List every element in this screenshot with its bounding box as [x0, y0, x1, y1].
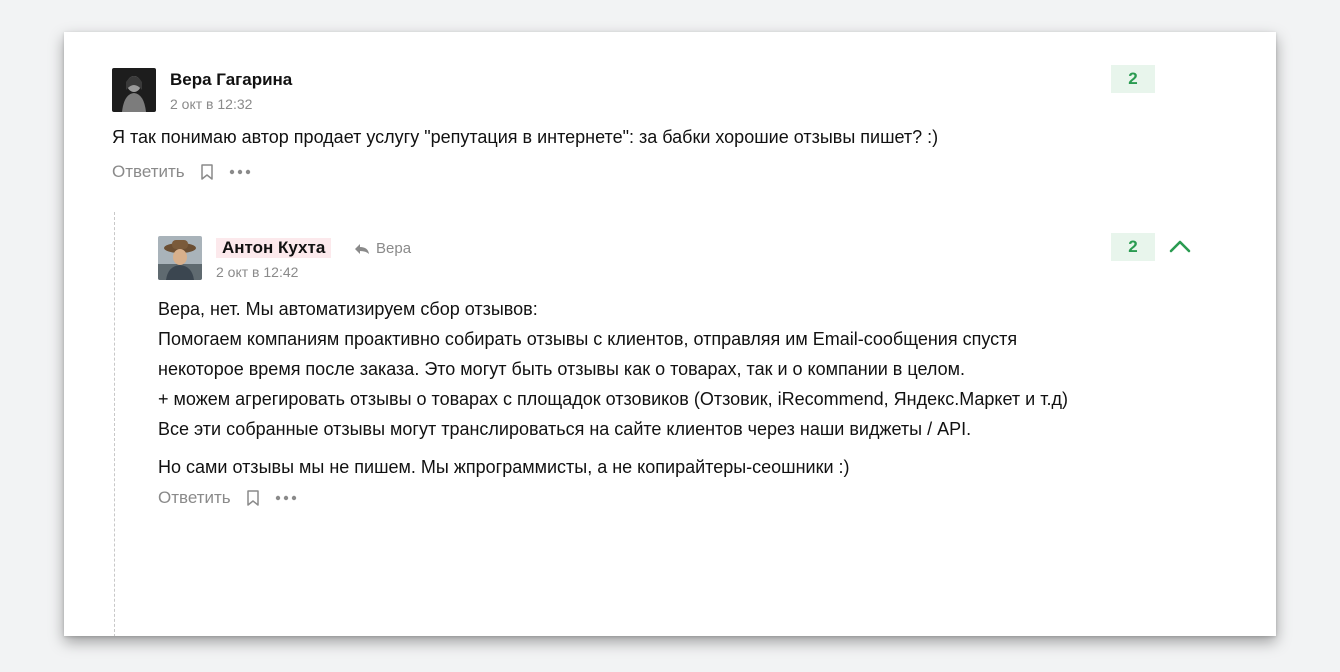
comment: Вера Гагарина 2 окт в 12:32 Я так понима…	[112, 68, 1222, 182]
author-name[interactable]: Антон Кухта	[216, 238, 332, 258]
author-name[interactable]: Вера Гагарина	[170, 70, 292, 90]
comment-score: 2	[1111, 65, 1155, 93]
avatar[interactable]	[158, 236, 202, 280]
bookmark-icon[interactable]	[245, 489, 261, 507]
comment-body: Вера, нет. Мы автоматизируем сбор отзыво…	[158, 294, 1078, 482]
chevron-up-icon[interactable]	[1168, 238, 1192, 259]
comment-header: Вера Гагарина 2 окт в 12:32	[112, 68, 1222, 120]
comment-score: 2	[1111, 233, 1155, 261]
reply-arrow-icon	[355, 243, 369, 254]
comment-date[interactable]: 2 окт в 12:42	[216, 264, 298, 280]
reply-to-name[interactable]: Вера	[376, 240, 411, 257]
more-icon[interactable]	[229, 169, 251, 175]
comments-card: Вера Гагарина 2 окт в 12:32 Я так понима…	[64, 32, 1276, 636]
comment-date[interactable]: 2 окт в 12:32	[170, 96, 252, 112]
comment-reply: Антон Кухта Вера 2 окт в 12:42 Вера, нет…	[158, 236, 1208, 508]
comment-paragraph: Я так понимаю автор продает услугу "репу…	[112, 127, 939, 147]
comment-actions: Ответить	[158, 488, 1208, 508]
reply-button[interactable]: Ответить	[112, 162, 185, 182]
comment-header: Антон Кухта Вера 2 окт в 12:42	[158, 236, 1208, 288]
reply-to-link[interactable]: Вера	[354, 240, 411, 257]
comment-paragraph: Вера, нет. Мы автоматизируем сбор отзыво…	[158, 299, 1068, 439]
thread-line[interactable]	[114, 212, 115, 636]
comment-actions: Ответить	[112, 162, 1222, 182]
comment-body: Я так понимаю автор продает услугу "репу…	[112, 122, 1222, 152]
more-icon[interactable]	[275, 495, 297, 501]
bookmark-icon[interactable]	[199, 163, 215, 181]
comment-paragraph: Но сами отзывы мы не пишем. Мы жпрограмм…	[158, 457, 850, 477]
reply-button[interactable]: Ответить	[158, 488, 231, 508]
avatar[interactable]	[112, 68, 156, 112]
